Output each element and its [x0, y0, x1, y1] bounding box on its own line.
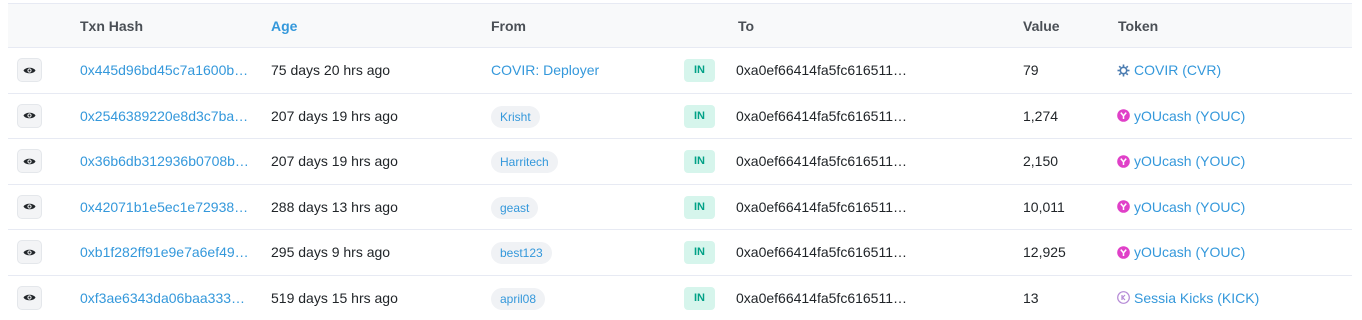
token-label: Sessia Kicks (KICK) [1134, 290, 1259, 306]
header-token: Token [1118, 18, 1158, 34]
from-address-tag[interactable]: best123 [491, 242, 552, 264]
txn-hash-link[interactable]: 0x42071b1e5ec1e72938… [80, 199, 250, 215]
value-text: 2,150 [1023, 153, 1058, 169]
covir-gear-icon [1116, 63, 1130, 77]
direction-in-badge: IN [684, 196, 715, 219]
view-details-button[interactable] [17, 240, 42, 264]
direction-in-badge: IN [684, 105, 715, 128]
to-address: 0xa0ef66414fa5fc616511… [736, 244, 916, 260]
token-link[interactable]: Sessia Kicks (KICK) [1116, 290, 1259, 306]
table-row: 0x445d96bd45c7a1600b… 75 days 20 hrs ago… [8, 48, 1352, 94]
token-link[interactable]: yOUcash (YOUC) [1116, 153, 1245, 169]
header-from: From [491, 18, 526, 34]
header-value: Value [1023, 18, 1060, 34]
view-details-button[interactable] [17, 286, 42, 310]
txn-hash-link[interactable]: 0xb1f282ff91e9e7a6ef49… [80, 244, 250, 260]
value-text: 12,925 [1023, 244, 1066, 260]
value-text: 79 [1023, 62, 1039, 78]
from-address-link[interactable]: COVIR: Deployer [491, 62, 599, 78]
eye-icon [23, 66, 36, 75]
from-address-tag[interactable]: Krisht [491, 106, 540, 128]
value-text: 10,011 [1023, 199, 1065, 215]
token-link[interactable]: yOUcash (YOUC) [1116, 199, 1245, 215]
sessia-kicks-icon [1116, 291, 1130, 305]
txn-hash-link[interactable]: 0x2546389220e8d3c7ba… [80, 108, 250, 124]
from-address-tag[interactable]: april08 [491, 288, 545, 310]
header-age-toggle[interactable]: Age [271, 18, 297, 34]
direction-in-badge: IN [684, 241, 715, 264]
table-row: 0xf3ae6343da06baa333… 519 days 15 hrs ag… [8, 276, 1352, 320]
view-details-button[interactable] [17, 104, 42, 128]
token-link[interactable]: COVIR (CVR) [1116, 62, 1221, 78]
age-text: 207 days 19 hrs ago [271, 153, 398, 169]
token-label: COVIR (CVR) [1134, 62, 1221, 78]
eye-icon [23, 111, 36, 120]
age-text: 519 days 15 hrs ago [271, 290, 398, 306]
txn-hash-link[interactable]: 0x36b6db312936b0708b… [80, 153, 250, 169]
to-address: 0xa0ef66414fa5fc616511… [736, 108, 916, 124]
to-address: 0xa0ef66414fa5fc616511… [736, 199, 916, 215]
age-text: 207 days 19 hrs ago [271, 108, 398, 124]
token-label: yOUcash (YOUC) [1134, 153, 1245, 169]
youcash-icon [1116, 154, 1130, 168]
youcash-icon [1116, 200, 1130, 214]
table-row: 0x36b6db312936b0708b… 207 days 19 hrs ag… [8, 139, 1352, 185]
eye-icon [23, 157, 36, 166]
direction-in-badge: IN [684, 59, 715, 82]
to-address: 0xa0ef66414fa5fc616511… [736, 290, 916, 306]
table-body: 0x445d96bd45c7a1600b… 75 days 20 hrs ago… [8, 48, 1352, 320]
to-address: 0xa0ef66414fa5fc616511… [736, 153, 916, 169]
from-address-tag[interactable]: geast [491, 197, 538, 219]
age-text: 295 days 9 hrs ago [271, 244, 390, 260]
age-text: 75 days 20 hrs ago [271, 62, 390, 78]
view-details-button[interactable] [17, 195, 42, 219]
eye-icon [23, 202, 36, 211]
from-address-tag[interactable]: Harritech [491, 151, 558, 173]
eye-icon [23, 293, 36, 302]
token-label: yOUcash (YOUC) [1134, 244, 1245, 260]
token-label: yOUcash (YOUC) [1134, 108, 1245, 124]
direction-in-badge: IN [684, 287, 715, 310]
token-link[interactable]: yOUcash (YOUC) [1116, 244, 1245, 260]
header-to: To [738, 18, 754, 34]
header-txn-hash: Txn Hash [80, 18, 143, 34]
table-header: Txn Hash Age From To Value Token [8, 3, 1352, 48]
txn-hash-link[interactable]: 0xf3ae6343da06baa333… [80, 290, 250, 306]
view-details-button[interactable] [17, 149, 42, 173]
table-row: 0x2546389220e8d3c7ba… 207 days 19 hrs ag… [8, 94, 1352, 140]
age-text: 288 days 13 hrs ago [271, 199, 398, 215]
txn-hash-link[interactable]: 0x445d96bd45c7a1600b… [80, 62, 250, 78]
youcash-icon [1116, 245, 1130, 259]
table-row: 0x42071b1e5ec1e72938… 288 days 13 hrs ag… [8, 185, 1352, 231]
token-link[interactable]: yOUcash (YOUC) [1116, 108, 1245, 124]
table-row: 0xb1f282ff91e9e7a6ef49… 295 days 9 hrs a… [8, 230, 1352, 276]
direction-in-badge: IN [684, 150, 715, 173]
youcash-icon [1116, 109, 1130, 123]
view-details-button[interactable] [17, 58, 42, 82]
token-label: yOUcash (YOUC) [1134, 199, 1245, 215]
eye-icon [23, 248, 36, 257]
token-transfers-table: Txn Hash Age From To Value Token 0x445d9… [8, 3, 1352, 320]
value-text: 13 [1023, 290, 1039, 306]
value-text: 1,274 [1023, 108, 1058, 124]
to-address: 0xa0ef66414fa5fc616511… [736, 62, 916, 78]
